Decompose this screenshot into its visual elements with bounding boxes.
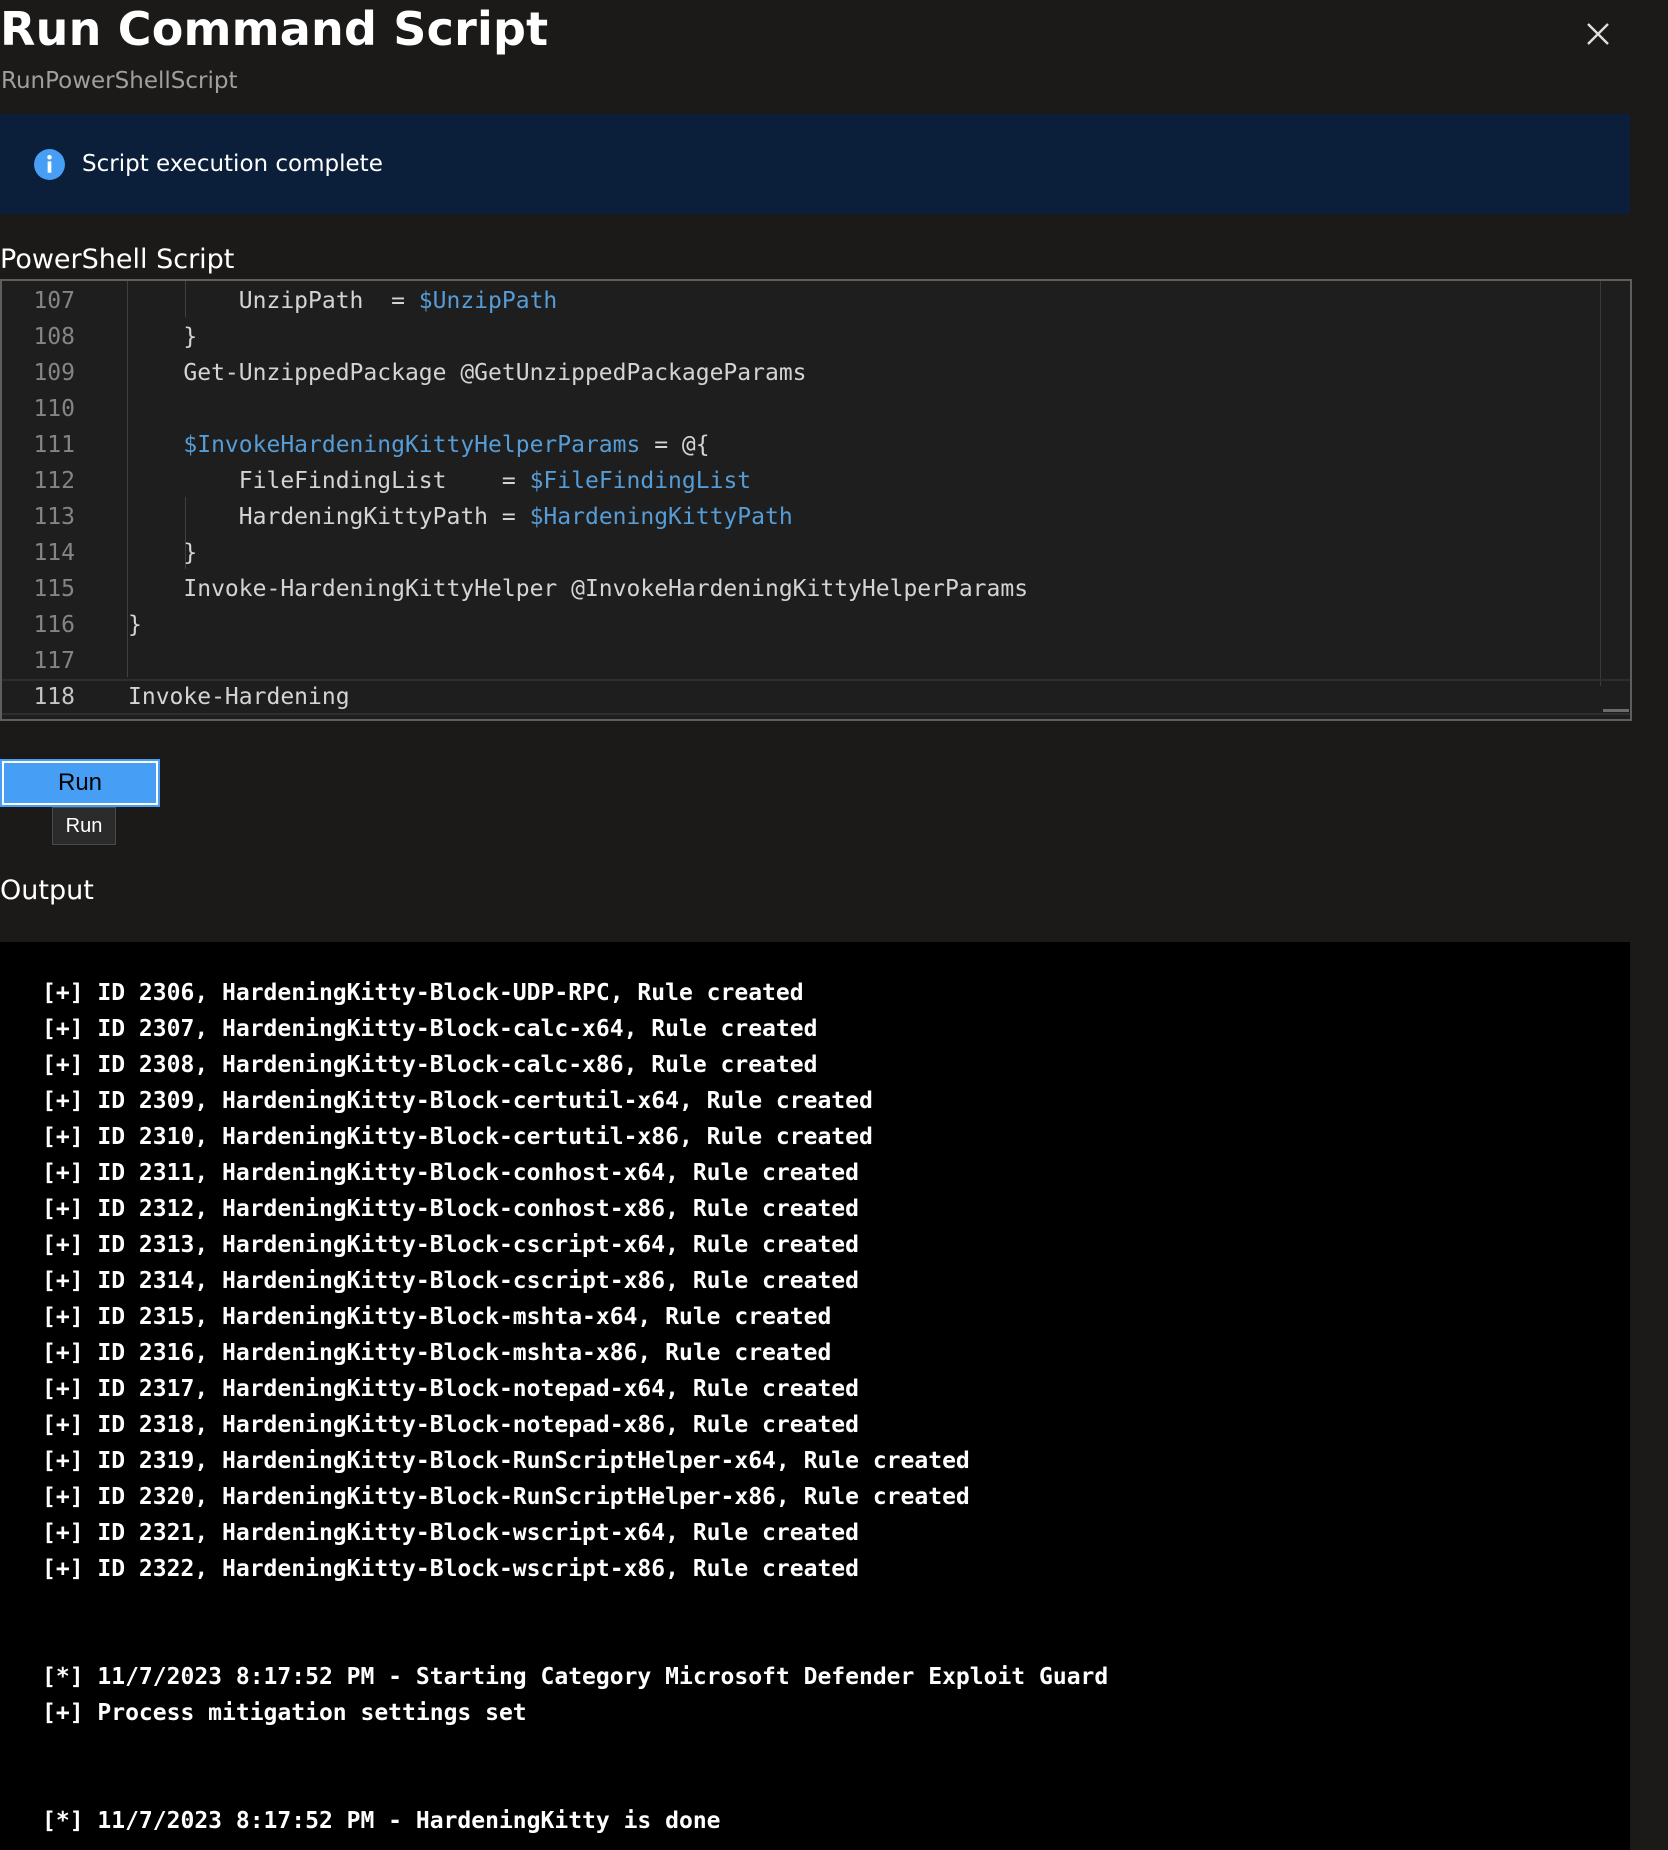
code-line[interactable]: 111 $InvokeHardeningKittyHelperParams = …	[2, 427, 1630, 463]
info-icon	[34, 148, 65, 180]
code-variable-token: $InvokeHardeningKittyHelperParams	[183, 432, 641, 458]
line-number: 107	[33, 288, 75, 314]
line-number: 113	[33, 504, 75, 530]
output-line: [*] 11/7/2023 8:17:52 PM - HardeningKitt…	[42, 1808, 721, 1834]
output-line: [+] ID 2314, HardeningKitty-Block-cscrip…	[42, 1268, 859, 1294]
close-icon	[1587, 23, 1609, 45]
code-token: }	[128, 540, 198, 566]
output-line: [+] ID 2315, HardeningKitty-Block-mshta-…	[42, 1304, 832, 1330]
code-token: }	[128, 612, 142, 638]
output-line: [+] ID 2306, HardeningKitty-Block-UDP-RP…	[42, 980, 804, 1006]
info-message-bar: Script execution complete	[0, 114, 1630, 214]
code-text: $InvokeHardeningKittyHelperParams = @{	[128, 427, 710, 463]
code-variable-token: $UnzipPath	[418, 288, 558, 314]
output-line: [*] 11/7/2023 8:17:52 PM - Starting Cate…	[42, 1664, 1109, 1690]
code-line[interactable]: 109 Get-UnzippedPackage @GetUnzippedPack…	[2, 355, 1630, 391]
code-line[interactable]: 114 }	[2, 535, 1630, 571]
script-editor[interactable]: 107 UnzipPath = $UnzipPath 108 } 109 Get-U…	[0, 279, 1632, 721]
output-line: [+] ID 2318, HardeningKitty-Block-notepa…	[42, 1412, 859, 1438]
code-text: Invoke-HardeningKittyHelper @InvokeHarde…	[128, 571, 1028, 607]
output-line: [+] ID 2307, HardeningKitty-Block-calc-x…	[42, 1016, 818, 1042]
output-line: [+] ID 2308, HardeningKitty-Block-calc-x…	[42, 1052, 818, 1078]
code-line[interactable]: 116}	[2, 607, 1630, 643]
output-line: [+] ID 2320, HardeningKitty-Block-RunScr…	[42, 1484, 970, 1510]
output-line: [+] ID 2309, HardeningKitty-Block-certut…	[42, 1088, 873, 1114]
output-line: [+] ID 2316, HardeningKitty-Block-mshta-…	[42, 1340, 832, 1366]
close-button[interactable]	[1580, 16, 1616, 52]
line-number: 117	[33, 648, 75, 674]
code-text: HardeningKittyPath = $HardeningKittyPath	[128, 499, 793, 535]
code-text: }	[128, 535, 197, 571]
output-line: [+] Process mitigation settings set	[42, 1700, 527, 1726]
code-line[interactable]: 108 }	[2, 319, 1630, 355]
code-line[interactable]: 113 HardeningKittyPath = $HardeningKitty…	[2, 499, 1630, 535]
code-line[interactable]: 107 UnzipPath = $UnzipPath	[2, 283, 1630, 319]
line-number: 109	[33, 360, 75, 386]
line-number: 118	[33, 684, 75, 710]
code-line[interactable]: 110	[2, 391, 1630, 427]
code-text: Get-UnzippedPackage @GetUnzippedPackageP…	[128, 355, 807, 391]
output-line: [+] ID 2313, HardeningKitty-Block-cscrip…	[42, 1232, 859, 1258]
page-title: Run Command Script	[0, 2, 549, 56]
run-tooltip: Run	[52, 807, 116, 845]
line-number: 116	[33, 612, 75, 638]
output-line: [+] ID 2311, HardeningKitty-Block-conhos…	[42, 1160, 859, 1186]
output-line: [+] ID 2317, HardeningKitty-Block-notepa…	[42, 1376, 859, 1402]
script-section-label: PowerShell Script	[0, 244, 235, 275]
line-number: 111	[33, 432, 75, 458]
output-line: [+] ID 2319, HardeningKitty-Block-RunScr…	[42, 1448, 970, 1474]
code-token: Get-UnzippedPackage @GetUnzippedPackageP…	[128, 360, 807, 386]
code-text: }	[128, 607, 142, 643]
line-number: 115	[33, 576, 75, 602]
line-number: 114	[33, 540, 75, 566]
run-button[interactable]: Run	[0, 759, 160, 807]
code-token: FileFindingList =	[128, 468, 530, 494]
code-text: }	[128, 319, 197, 355]
code-line[interactable]: 115 Invoke-HardeningKittyHelper @InvokeH…	[2, 571, 1630, 607]
code-text: Invoke-Hardening	[128, 681, 350, 713]
output-line: [+] ID 2322, HardeningKitty-Block-wscrip…	[42, 1556, 859, 1582]
code-token: UnzipPath =	[128, 288, 419, 314]
code-text: FileFindingList = $FileFindingList	[128, 463, 751, 499]
output-panel[interactable]: [+] ID 2306, HardeningKitty-Block-UDP-RP…	[0, 942, 1630, 1850]
line-number: 112	[33, 468, 75, 494]
code-line[interactable]: 118 Invoke-Hardening	[2, 679, 1630, 715]
line-number: 108	[33, 324, 75, 350]
code-token: Invoke-Hardening	[128, 684, 350, 710]
line-number: 110	[33, 396, 75, 422]
info-message-text: Script execution complete	[82, 151, 383, 177]
window-right-edge	[1630, 0, 1668, 1850]
code-token: = @{	[640, 432, 710, 458]
code-text: UnzipPath = $UnzipPath	[128, 283, 558, 319]
code-token: Invoke-HardeningKittyHelper @InvokeHarde…	[128, 576, 1029, 602]
page-subtitle: RunPowerShellScript	[1, 68, 238, 94]
output-section-label: Output	[0, 875, 94, 906]
code-line[interactable]: 112 FileFindingList = $FileFindingList	[2, 463, 1630, 499]
output-line: [+] ID 2312, HardeningKitty-Block-conhos…	[42, 1196, 859, 1222]
code-token: HardeningKittyPath =	[128, 504, 530, 530]
code-variable-token: $HardeningKittyPath	[529, 504, 793, 530]
output-line: [+] ID 2321, HardeningKitty-Block-wscrip…	[42, 1520, 859, 1546]
code-token: }	[128, 324, 198, 350]
output-line: [+] ID 2310, HardeningKitty-Block-certut…	[42, 1124, 873, 1150]
code-variable-token: $FileFindingList	[529, 468, 752, 494]
code-line[interactable]: 117	[2, 643, 1630, 679]
